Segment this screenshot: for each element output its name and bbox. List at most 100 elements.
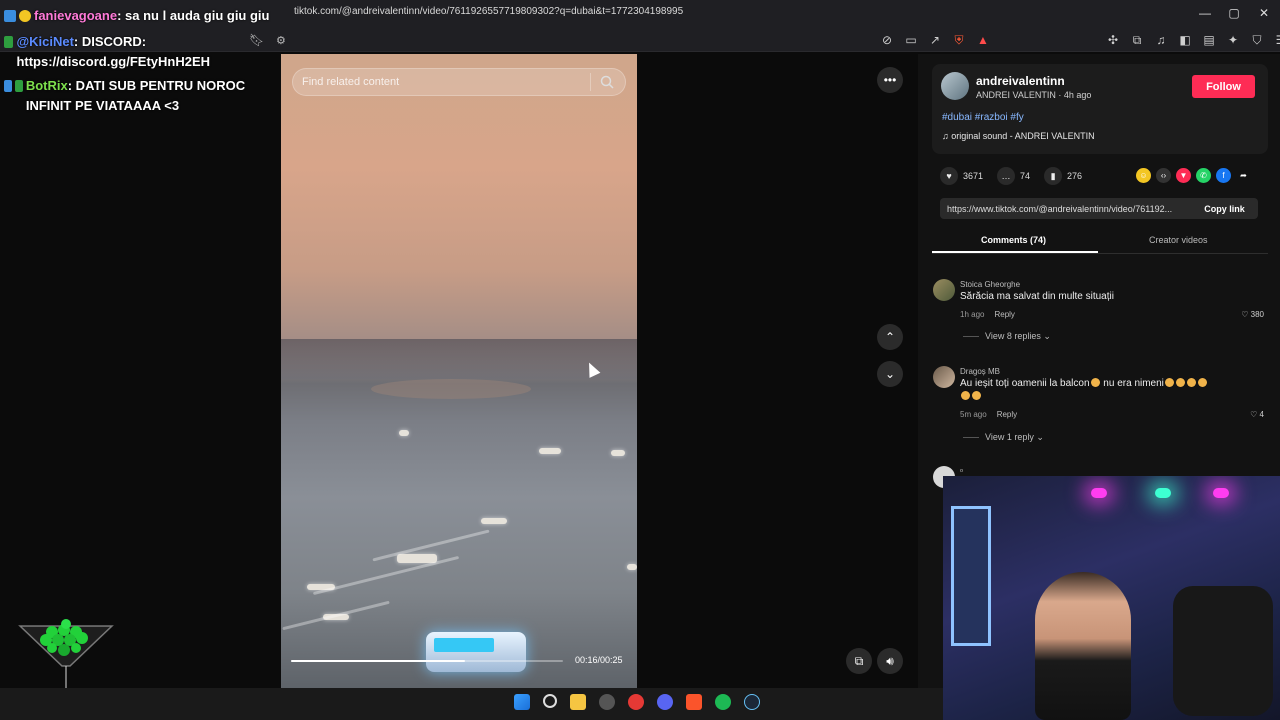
comment-author[interactable]: Stoica Gheorghe bbox=[960, 280, 1020, 289]
spotify-icon[interactable] bbox=[715, 694, 731, 710]
sound-row[interactable]: ♫ original sound - ANDREI VALENTIN bbox=[942, 131, 1095, 141]
screen-icon[interactable]: ▭ bbox=[904, 33, 918, 48]
menu-icon[interactable]: ☰ bbox=[1274, 33, 1280, 48]
chat-badge-icon bbox=[14, 80, 23, 92]
stats-row: ♥ 3671 … 74 ▮ 276 bbox=[940, 167, 1096, 185]
boat-wake bbox=[312, 555, 460, 596]
view-replies-button[interactable]: View 8 replies ⌄ bbox=[963, 331, 1051, 342]
reply-button[interactable]: Reply bbox=[997, 410, 1017, 419]
facebook-icon[interactable]: f bbox=[1216, 168, 1231, 183]
comment-text: Sărăcia ma salvat din multe situații bbox=[960, 291, 1114, 302]
related-search[interactable]: Find related content bbox=[292, 68, 626, 96]
comment-item: Stoica Gheorghe Sărăcia ma salvat din mu… bbox=[933, 279, 1268, 342]
more-options-button[interactable]: ••• bbox=[877, 67, 903, 93]
file-explorer-icon[interactable] bbox=[570, 694, 586, 710]
creator-subtitle: ANDREI VALENTIN · 4h ago bbox=[976, 90, 1092, 100]
screenshot-icon[interactable]: ⧉ bbox=[1130, 33, 1144, 48]
hashtags[interactable]: #dubai #razboi #fy bbox=[942, 112, 1024, 123]
previous-video-button[interactable]: ⌃ bbox=[877, 324, 903, 350]
tab-comments[interactable]: Comments (74) bbox=[981, 235, 1046, 245]
sound-label: original sound - ANDREI VALENTIN bbox=[951, 131, 1095, 141]
video-player[interactable] bbox=[281, 54, 637, 688]
music-icon[interactable]: ♫ bbox=[1154, 33, 1168, 48]
sidebar-icon[interactable]: ◧ bbox=[1178, 33, 1192, 48]
video-skyline bbox=[281, 339, 637, 379]
settings-icon[interactable] bbox=[599, 694, 615, 710]
chat-badge-icon bbox=[4, 10, 16, 22]
comment-item: Dragoș MB Au ieșit toți oamenii la balco… bbox=[933, 366, 1268, 446]
share-coin-icon[interactable]: ☺ bbox=[1136, 168, 1151, 183]
search-icon[interactable] bbox=[543, 694, 557, 708]
rewards-icon[interactable]: ▲ bbox=[976, 33, 990, 48]
search-icon[interactable] bbox=[600, 75, 614, 89]
comment-time: 1h ago bbox=[960, 310, 985, 319]
ai-icon[interactable]: ✦ bbox=[1226, 33, 1240, 48]
like-count: 3671 bbox=[963, 171, 984, 181]
reply-button[interactable]: Reply bbox=[994, 310, 1014, 319]
chat-badge-icon bbox=[4, 36, 14, 48]
embed-icon[interactable]: ‹› bbox=[1156, 168, 1171, 183]
whatsapp-icon[interactable]: ✆ bbox=[1196, 168, 1211, 183]
close-window-button[interactable]: ✕ bbox=[1257, 6, 1271, 20]
follow-button[interactable]: Follow bbox=[1192, 75, 1255, 98]
brave-icon[interactable] bbox=[686, 694, 702, 710]
heart-outline-icon: ♡ bbox=[1241, 310, 1251, 319]
comment-text-part: nu era nimeni bbox=[1100, 378, 1164, 389]
share-icon[interactable]: ↗ bbox=[928, 33, 942, 48]
emoji-icon bbox=[1197, 378, 1207, 387]
discord-icon[interactable] bbox=[657, 694, 673, 710]
vpn-icon[interactable]: ⛉ bbox=[1250, 33, 1264, 48]
illuminated-boat bbox=[426, 632, 526, 672]
url-field[interactable]: tiktok.com/@andreivalentinn/video/761192… bbox=[268, 2, 988, 20]
creator-avatar[interactable] bbox=[941, 72, 969, 100]
comment-like-count: 4 bbox=[1259, 410, 1264, 419]
media-player-icon[interactable] bbox=[628, 694, 644, 710]
view-replies-button[interactable]: View 1 reply ⌄ bbox=[963, 432, 1044, 443]
chat-username: fanievagoane bbox=[34, 8, 118, 23]
copy-link-button[interactable]: Copy link bbox=[1191, 198, 1258, 219]
comment-meta: 1h ago Reply bbox=[960, 310, 1015, 319]
search-input[interactable]: Find related content bbox=[302, 76, 399, 88]
share-link[interactable]: https://www.tiktok.com/@andreivalentinn/… bbox=[947, 204, 1172, 214]
door bbox=[951, 506, 991, 646]
creator-username[interactable]: andreivalentinn bbox=[976, 74, 1065, 88]
comment-text: Au ieșit toți oamenii la balcon nu era n… bbox=[960, 377, 1230, 403]
boat bbox=[481, 518, 507, 524]
comment-author[interactable]: Dragoș MB bbox=[960, 367, 1000, 376]
brave-shield-icon[interactable]: ⛨ bbox=[952, 33, 966, 48]
volume-button[interactable]: 🔊︎ bbox=[877, 648, 903, 674]
wallet-icon[interactable]: ▤ bbox=[1202, 33, 1216, 48]
pip-button[interactable]: ⧉ bbox=[846, 648, 872, 674]
comment-author[interactable]: ᵒ bbox=[960, 467, 963, 476]
site-settings-icon[interactable]: ⚙︎ bbox=[276, 34, 288, 47]
time-display: 00:16/00:25 bbox=[575, 655, 623, 665]
send-icon[interactable]: ▼ bbox=[1176, 168, 1191, 183]
view-replies-label: View 1 reply bbox=[985, 432, 1034, 442]
emoji-icon bbox=[1175, 378, 1185, 387]
tracking-off-icon[interactable]: ⊘ bbox=[880, 33, 894, 48]
boat-wake bbox=[282, 600, 390, 631]
maximize-button[interactable]: ▢ bbox=[1227, 6, 1241, 20]
pink-light bbox=[1213, 488, 1229, 498]
start-icon[interactable] bbox=[514, 694, 530, 710]
forward-icon[interactable]: ➦ bbox=[1236, 168, 1251, 183]
comment-like[interactable]: ♡ 4 bbox=[1250, 410, 1264, 419]
save-stat[interactable]: ▮ 276 bbox=[1044, 167, 1082, 185]
minimize-button[interactable]: — bbox=[1198, 6, 1212, 20]
share-buttons: ☺ ‹› ▼ ✆ f ➦ bbox=[1136, 168, 1251, 183]
comment-icon: … bbox=[997, 167, 1016, 185]
comment-avatar[interactable] bbox=[933, 366, 955, 388]
comment-like[interactable]: ♡ 380 bbox=[1241, 310, 1264, 319]
emoji-icon bbox=[972, 391, 981, 400]
taskbar-icons bbox=[514, 694, 760, 710]
video-progress[interactable] bbox=[291, 660, 563, 662]
steam-icon[interactable] bbox=[744, 694, 760, 710]
next-video-button[interactable]: ⌄ bbox=[877, 361, 903, 387]
comment-avatar[interactable] bbox=[933, 279, 955, 301]
like-stat[interactable]: ♥ 3671 bbox=[940, 167, 983, 185]
tab-creator-videos[interactable]: Creator videos bbox=[1149, 235, 1208, 245]
extensions-icon[interactable]: ✣ bbox=[1106, 33, 1120, 48]
share-link-box: https://www.tiktok.com/@andreivalentinn/… bbox=[940, 198, 1258, 219]
comment-stat[interactable]: … 74 bbox=[997, 167, 1030, 185]
address-actions: ⊘ ▭ ↗ ⛨ ▲ bbox=[880, 33, 990, 48]
